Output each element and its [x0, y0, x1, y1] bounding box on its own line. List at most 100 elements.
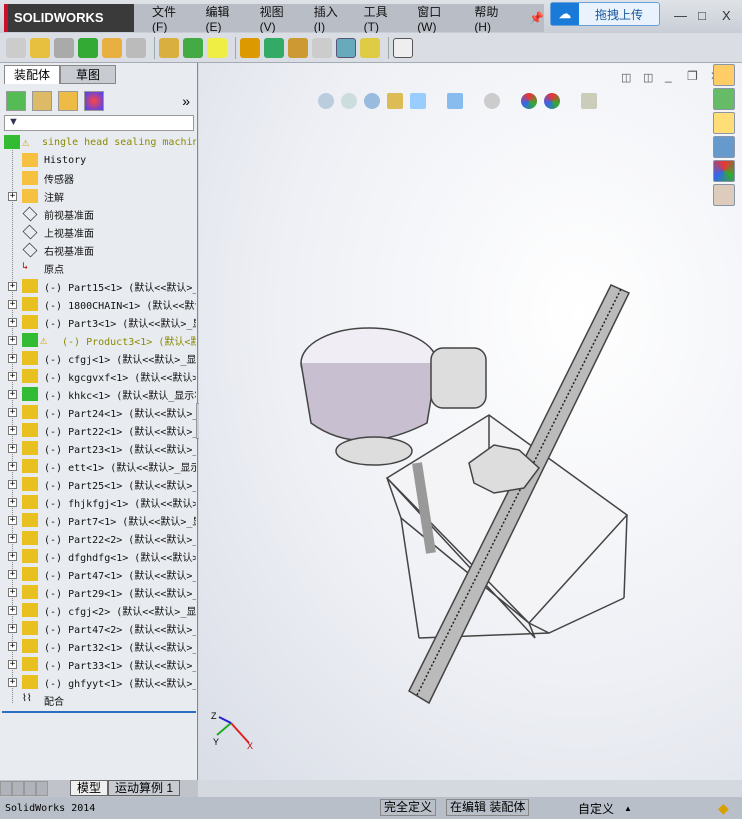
tree-item[interactable]: + (-) cfgj<1> (默认<<默认>_显示状态 1>): [0, 349, 196, 367]
tree-item[interactable]: + (-) ett<1> (默认<<默认>_显示状态 1>): [0, 457, 196, 475]
menu-edit[interactable]: 编辑(E): [206, 3, 242, 34]
tree-item[interactable]: + (-) Part25<1> (默认<<默认>_显示状态 1>): [0, 475, 196, 493]
tree-item[interactable]: + (-) cfgj<2> (默认<<默认>_显示状态 1>): [0, 601, 196, 619]
explode-line-icon[interactable]: [312, 37, 332, 58]
expand-toggle[interactable]: +: [8, 389, 17, 399]
first-tab-button[interactable]: [0, 781, 12, 796]
expand-toggle[interactable]: +: [8, 677, 17, 687]
expand-toggle[interactable]: +: [8, 461, 17, 471]
tree-item[interactable]: ↳ 原点: [0, 259, 196, 277]
expand-toggle[interactable]: +: [8, 371, 17, 381]
graphics-area[interactable]: ◫ ◫ _ ❐ ✕ Z Y X: [199, 63, 742, 780]
expand-toggle[interactable]: +: [8, 623, 17, 633]
expand-toggle[interactable]: +: [8, 317, 17, 327]
tree-item[interactable]: + (-) khkc<1> (默认<默认_显示状态 1>): [0, 385, 196, 403]
units-arrow-icon[interactable]: ▲: [624, 804, 632, 813]
pattern-icon[interactable]: [78, 37, 98, 58]
close-button[interactable]: X: [722, 8, 731, 23]
tree-item[interactable]: 上视基准面: [0, 223, 196, 241]
snapshot-icon[interactable]: [393, 37, 413, 58]
tree-item[interactable]: + (-) Part24<1> (默认<<默认>_显示状态 1>): [0, 403, 196, 421]
tree-item[interactable]: + (-) fhjkfgj<1> (默认<<默认>_显示状态 1>): [0, 493, 196, 511]
insert-component-icon[interactable]: [30, 37, 50, 58]
expand-toggle[interactable]: +: [8, 407, 17, 417]
tree-item[interactable]: + (-) dfghdfg<1> (默认<<默认>_显示状态 1>): [0, 547, 196, 565]
assembly-features-icon[interactable]: [183, 37, 203, 58]
tag-icon[interactable]: ◆: [718, 800, 729, 817]
expand-toggle[interactable]: +: [8, 659, 17, 669]
pin-icon[interactable]: 📌: [529, 11, 544, 25]
expand-toggle[interactable]: +: [8, 335, 17, 345]
tree-item[interactable]: + (-) 1800CHAIN<1> (默认<<默认>_显示状态 1>): [0, 295, 196, 313]
filter-input[interactable]: ▼: [4, 115, 194, 131]
smart-fasteners-icon[interactable]: [102, 37, 122, 58]
assembly-model[interactable]: [199, 63, 742, 780]
tree-item[interactable]: + (-) Part15<1> (默认<<默认>_显示状态 1>): [0, 277, 196, 295]
units-selector[interactable]: 自定义: [578, 800, 614, 817]
expand-toggle[interactable]: +: [8, 443, 17, 453]
tab-motion-study-1[interactable]: 运动算例 1: [108, 780, 181, 796]
tree-item[interactable]: 传感器: [0, 169, 196, 187]
tree-item[interactable]: + (-) Part3<1> (默认<<默认>_显示状态 1>): [0, 313, 196, 331]
expand-toggle[interactable]: +: [8, 587, 17, 597]
tree-item[interactable]: + (-) Part32<1> (默认<<默认>_显示状态 1>): [0, 637, 196, 655]
property-manager-icon[interactable]: [32, 91, 52, 111]
tree-item[interactable]: + (-) Part22<2> (默认<<默认>_显示状态 1>): [0, 529, 196, 547]
maximize-button[interactable]: □: [698, 8, 706, 23]
tree-item[interactable]: + (-) Part33<1> (默认<<默认>_显示状态 1>): [0, 655, 196, 673]
expand-toggle[interactable]: +: [8, 533, 17, 543]
tree-item[interactable]: + (-) Part47<1> (默认<<默认>_显示状态 1>): [0, 565, 196, 583]
instant3d-icon[interactable]: [336, 37, 356, 58]
bill-of-materials-icon[interactable]: [264, 37, 284, 58]
menu-file[interactable]: 文件(F): [152, 3, 188, 34]
mate-icon[interactable]: [54, 37, 74, 58]
file-explorer-icon[interactable]: [713, 112, 735, 134]
view-palette-icon[interactable]: [713, 136, 735, 158]
tree-item[interactable]: + (-) Part29<1> (默认<<默认>_显示状态 1>): [0, 583, 196, 601]
tree-item[interactable]: History: [0, 151, 196, 169]
exploded-view-icon[interactable]: [288, 37, 308, 58]
design-library-icon[interactable]: [713, 88, 735, 110]
custom-properties-icon[interactable]: [713, 184, 735, 206]
tree-item[interactable]: + (-) Part23<1> (默认<<默认>_显示状态 1>): [0, 439, 196, 457]
menu-help[interactable]: 帮助(H): [474, 3, 511, 34]
tree-item[interactable]: + (-) Part47<2> (默认<<默认>_显示状态 1>): [0, 619, 196, 637]
tree-item[interactable]: + (-) Part22<1> (默认<<默认>_显示状态 1>): [0, 421, 196, 439]
expand-toggle[interactable]: +: [8, 605, 17, 615]
solidworks-resources-icon[interactable]: [713, 64, 735, 86]
expand-toggle[interactable]: +: [8, 641, 17, 651]
tree-item[interactable]: 右视基准面: [0, 241, 196, 259]
tree-item[interactable]: + (-) ghfyyt<1> (默认<<默认>_显示状态 1>): [0, 673, 196, 691]
expand-toggle[interactable]: +: [8, 551, 17, 561]
display-manager-icon[interactable]: [84, 91, 104, 111]
rollback-bar[interactable]: [2, 711, 196, 713]
solidworks-logo[interactable]: SOLIDWORKS: [4, 4, 134, 32]
tree-item[interactable]: + (-) Part7<1> (默认<<默认>_显示状态 1>): [0, 511, 196, 529]
next-tab-button[interactable]: [24, 781, 36, 796]
tab-assembly[interactable]: 装配体: [4, 65, 60, 84]
show-hidden-icon[interactable]: [159, 37, 179, 58]
tree-item[interactable]: + (-) kgcgvxf<1> (默认<<默认>_显示状态 1>): [0, 367, 196, 385]
menu-insert[interactable]: 插入(I): [314, 3, 346, 34]
move-component-icon[interactable]: [126, 37, 146, 58]
expand-toggle[interactable]: +: [8, 515, 17, 525]
expand-toggle[interactable]: +: [8, 281, 17, 291]
menu-view[interactable]: 视图(V): [260, 3, 296, 34]
tree-item[interactable]: 前视基准面: [0, 205, 196, 223]
tab-sketch[interactable]: 草图: [60, 65, 116, 84]
expand-toggle[interactable]: +: [8, 191, 17, 201]
tree-item[interactable]: + ⚠ (-) Product3<1> (默认<默认_显示状态 1>): [0, 331, 196, 349]
reference-geometry-icon[interactable]: [207, 37, 227, 58]
tree-item[interactable]: + 注解: [0, 187, 196, 205]
menu-window[interactable]: 窗口(W): [417, 3, 456, 34]
expand-toggle[interactable]: +: [8, 425, 17, 435]
expand-toggle[interactable]: +: [8, 497, 17, 507]
menu-tools[interactable]: 工具(T): [364, 3, 400, 34]
new-component-icon[interactable]: [6, 37, 26, 58]
expand-toggle[interactable]: +: [8, 479, 17, 489]
last-tab-button[interactable]: [36, 781, 48, 796]
prev-tab-button[interactable]: [12, 781, 24, 796]
appearances-icon[interactable]: [713, 160, 735, 182]
interference-detection-icon[interactable]: [360, 37, 380, 58]
expand-toggle[interactable]: +: [8, 353, 17, 363]
